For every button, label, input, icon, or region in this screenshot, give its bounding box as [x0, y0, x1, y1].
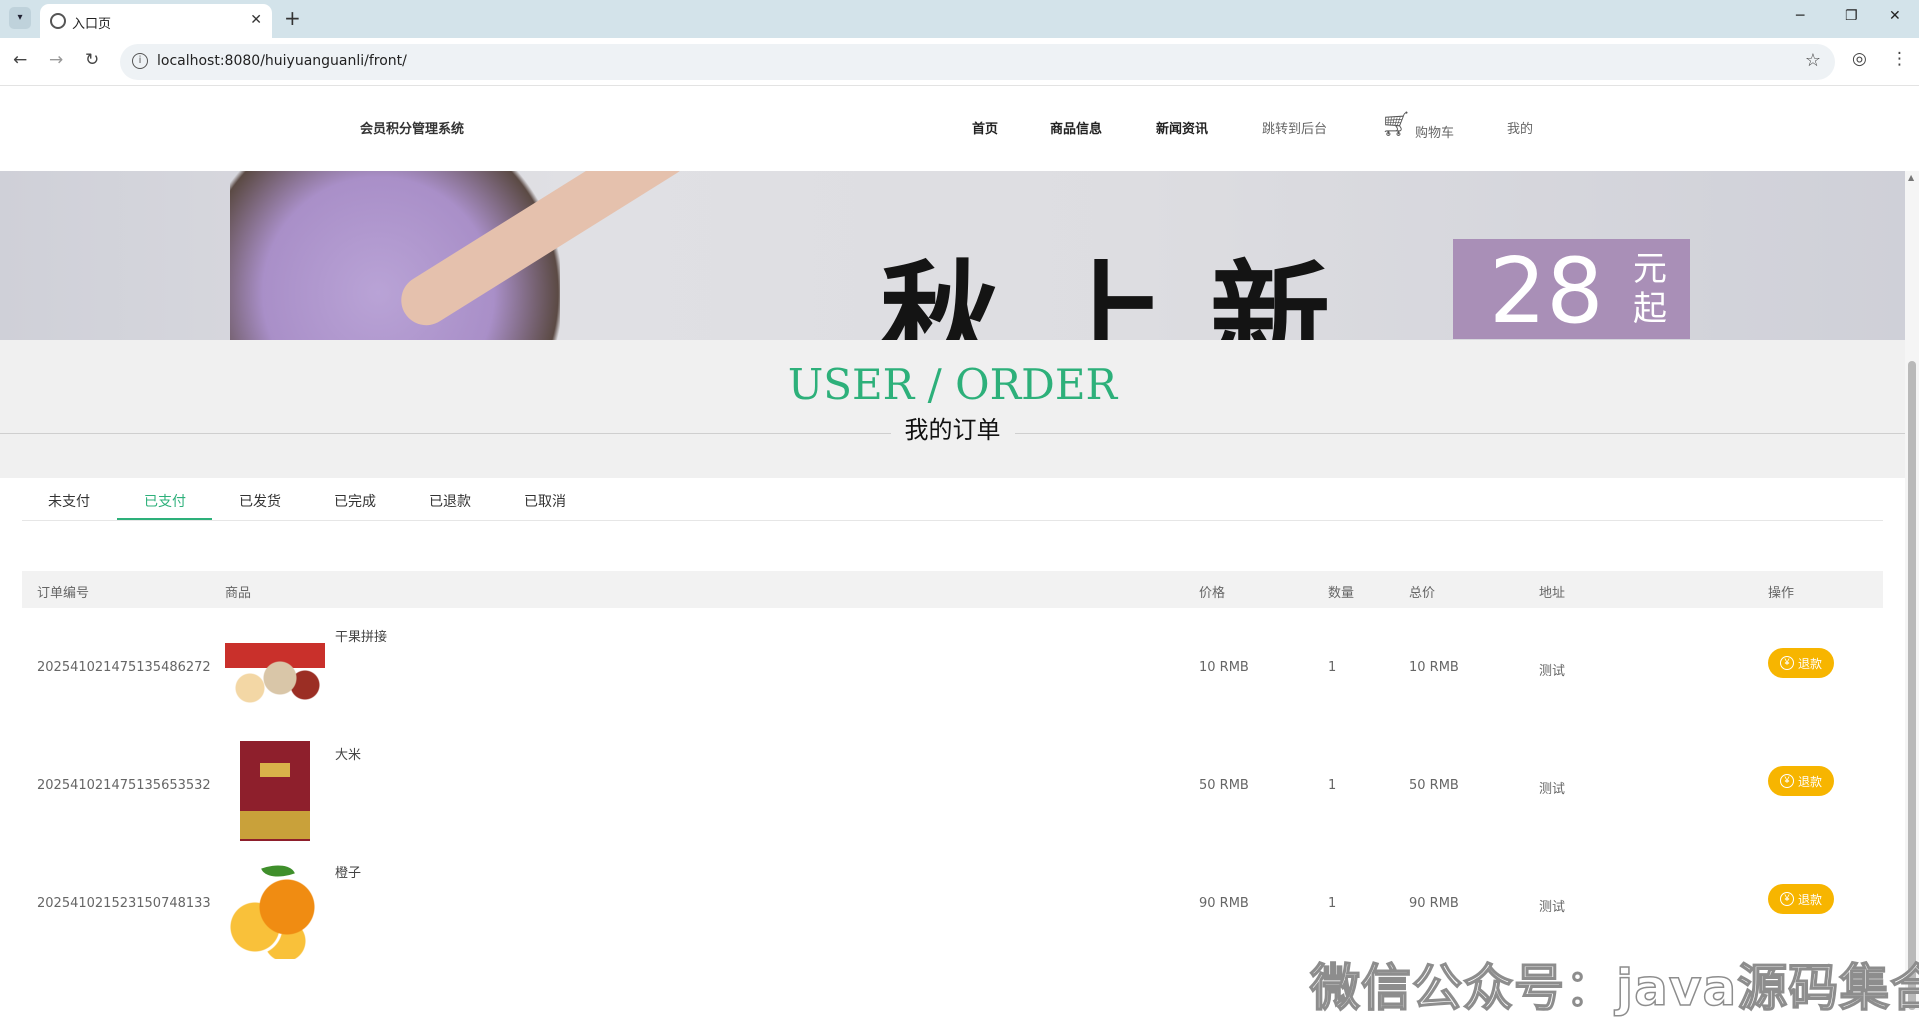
restore-icon[interactable]: ❐: [1845, 8, 1858, 24]
bookmark-star-icon[interactable]: ☆: [1805, 50, 1821, 71]
rice-bag-label: [260, 763, 290, 777]
nav-backend[interactable]: 跳转到后台: [1262, 118, 1327, 137]
nav-cart[interactable]: 购物车: [1415, 122, 1454, 141]
banner-price: 28: [1489, 239, 1604, 340]
header-quantity: 数量: [1328, 586, 1355, 601]
order-total: 90 RMB: [1409, 896, 1459, 911]
order-total: 10 RMB: [1409, 660, 1459, 675]
nav-news[interactable]: 新闻资讯: [1156, 118, 1208, 137]
menu-dots-icon[interactable]: ⋮: [1891, 49, 1908, 69]
scroll-up-icon[interactable]: ▲: [1908, 173, 1914, 182]
profile-icon[interactable]: ◎: [1852, 49, 1867, 69]
yen-icon: ¥: [1779, 774, 1794, 788]
scrollbar-thumb[interactable]: [1908, 361, 1916, 1010]
close-tab-icon[interactable]: ✕: [250, 12, 262, 28]
tab-refunded[interactable]: 已退款: [429, 491, 471, 511]
site-title: 会员积分管理系统: [360, 122, 465, 137]
address-bar[interactable]: i localhost:8080/huiyuanguanli/front/ ☆: [120, 44, 1835, 80]
back-icon[interactable]: ←: [13, 50, 27, 70]
tab-title: 入口页: [72, 17, 112, 32]
window-close-icon[interactable]: ✕: [1889, 8, 1901, 24]
tab-completed[interactable]: 已完成: [334, 491, 376, 511]
table-row: 202541021523150748133 橙子 90 RMB 1 90 RMB…: [22, 844, 1883, 962]
header-address: 地址: [1539, 586, 1566, 601]
order-address: 测试: [1539, 782, 1566, 797]
refund-label: 退款: [1797, 774, 1822, 789]
minimize-icon[interactable]: ─: [1796, 8, 1804, 24]
order-total: 50 RMB: [1409, 778, 1459, 793]
table-header: 订单编号 商品 价格 数量 总价 地址 操作: [22, 571, 1883, 608]
product-thumbnail[interactable]: [225, 858, 325, 959]
page-scrollbar[interactable]: ▲: [1905, 171, 1919, 1010]
table-row: 202541021475135653532 大米 50 RMB 1 50 RMB…: [22, 726, 1883, 844]
section-title-cn: 我的订单: [890, 416, 1015, 444]
nav-home[interactable]: 首页: [972, 118, 998, 137]
product-quantity: 1: [1328, 896, 1337, 911]
refund-label: 退款: [1797, 892, 1822, 907]
tab-cancelled[interactable]: 已取消: [524, 491, 566, 511]
yen-icon: ¥: [1779, 656, 1794, 670]
header-order-no: 订单编号: [37, 586, 90, 601]
tab-shipped[interactable]: 已发货: [239, 491, 281, 511]
product-price: 50 RMB: [1199, 778, 1249, 793]
banner-price-unit: 元起: [1633, 249, 1667, 329]
product-name[interactable]: 干果拼接: [335, 626, 387, 645]
banner-headline: 秋上新: [880, 248, 1375, 340]
order-number: 202541021475135653532: [37, 778, 211, 793]
refund-button[interactable]: ¥ 退款: [1768, 766, 1834, 796]
table-row: 20254102147513548627​2 干果拼接 10 RMB 1 10 …: [22, 608, 1883, 726]
order-number: 202541021523150748133: [37, 896, 211, 911]
site-info-icon[interactable]: i: [132, 53, 148, 69]
header-total: 总价: [1409, 586, 1436, 601]
promo-banner[interactable]: 秋上新 28 元起: [0, 171, 1905, 340]
orange-leaf: [261, 858, 295, 884]
url-text[interactable]: localhost:8080/huiyuanguanli/front/: [157, 53, 407, 69]
header-price: 价格: [1199, 586, 1226, 601]
browser-tab[interactable]: 入口页 ✕: [40, 4, 272, 38]
order-address: 测试: [1539, 900, 1566, 915]
cart-icon[interactable]: 🛒︎: [1381, 110, 1411, 138]
refund-button[interactable]: ¥ 退款: [1768, 884, 1834, 914]
refund-button[interactable]: ¥ 退款: [1768, 648, 1834, 678]
section-heading: USER / ORDER 我的订单: [0, 340, 1905, 478]
product-thumbnail[interactable]: [225, 623, 325, 723]
watermark-text: 微信公众号：java源码集合: [1309, 958, 1919, 1018]
product-thumbnail[interactable]: [225, 741, 325, 841]
order-status-tabs: 未支付 已支付 已发货 已完成 已退款 已取消: [22, 478, 1883, 521]
active-tab-indicator: [117, 518, 212, 520]
product-price: 90 RMB: [1199, 896, 1249, 911]
yen-icon: ¥: [1779, 892, 1794, 906]
site-header: 会员积分管理系统 首页 商品信息 新闻资讯 跳转到后台 🛒︎ 购物车 我的: [0, 86, 1905, 171]
tab-paid[interactable]: 已支付: [144, 491, 186, 511]
header-action: 操作: [1768, 586, 1795, 601]
product-name[interactable]: 橙子: [335, 862, 361, 881]
new-tab-icon[interactable]: +: [284, 6, 301, 30]
section-title-en: USER / ORDER: [787, 360, 1118, 409]
browser-tab-strip: ▾ 入口页 ✕ + ─ ❐ ✕: [0, 0, 1919, 38]
nav-mine[interactable]: 我的: [1507, 118, 1533, 137]
product-name[interactable]: 大米: [335, 744, 361, 763]
product-price: 10 RMB: [1199, 660, 1249, 675]
banner-price-box: 28 元起: [1453, 239, 1690, 340]
globe-icon: [50, 13, 66, 29]
tab-search-icon[interactable]: ▾: [9, 7, 31, 29]
product-quantity: 1: [1328, 660, 1337, 675]
header-product: 商品: [225, 586, 252, 601]
product-quantity: 1: [1328, 778, 1337, 793]
reload-icon[interactable]: ↻: [85, 50, 99, 70]
order-address: 测试: [1539, 664, 1566, 679]
refund-label: 退款: [1797, 656, 1822, 671]
rice-bag-band: [240, 811, 310, 839]
nav-products[interactable]: 商品信息: [1050, 118, 1102, 137]
browser-toolbar: ← → ↻ i localhost:8080/huiyuanguanli/fro…: [0, 38, 1919, 86]
order-number: 20254102147513548627​2: [37, 660, 211, 675]
forward-icon[interactable]: →: [49, 50, 63, 70]
tab-unpaid[interactable]: 未支付: [48, 491, 90, 511]
